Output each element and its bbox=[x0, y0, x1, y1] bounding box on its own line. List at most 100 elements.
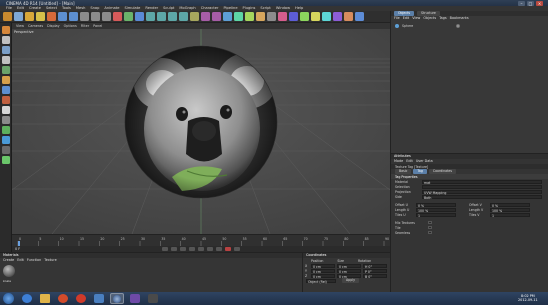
mode-tool-icon[interactable] bbox=[2, 66, 10, 74]
app-icon[interactable] bbox=[94, 294, 104, 303]
mode-tool-icon[interactable] bbox=[2, 126, 10, 134]
prev-key-button[interactable] bbox=[171, 247, 177, 251]
record-button[interactable] bbox=[225, 247, 231, 251]
toolbar-tool-icon[interactable] bbox=[256, 12, 265, 21]
coord-position-field[interactable]: 0 cm bbox=[311, 268, 335, 274]
toolbar-tool-icon[interactable] bbox=[278, 12, 287, 21]
start-button[interactable] bbox=[3, 293, 14, 304]
system-clock[interactable]: 8:02 PM 2012-09-11 bbox=[518, 294, 538, 303]
close-button[interactable]: × bbox=[536, 0, 543, 6]
toolbar-tool-icon[interactable] bbox=[234, 12, 243, 21]
mode-tool-icon[interactable] bbox=[2, 86, 10, 94]
ie-icon[interactable] bbox=[22, 294, 32, 303]
toolbar-tool-icon[interactable] bbox=[212, 12, 221, 21]
next-key-button[interactable] bbox=[207, 247, 213, 251]
toolbar-tool-icon[interactable] bbox=[47, 12, 56, 21]
toolbar-tool-icon[interactable] bbox=[168, 12, 177, 21]
materials-menu-create[interactable]: Create bbox=[3, 258, 14, 263]
media-player-icon[interactable] bbox=[58, 294, 68, 303]
toolbar-tool-icon[interactable] bbox=[157, 12, 166, 21]
toolbar-tool-icon[interactable] bbox=[146, 12, 155, 21]
toolbar-tool-icon[interactable] bbox=[102, 12, 111, 21]
objects-menu-edit[interactable]: Edit bbox=[403, 16, 410, 21]
materials-menu-edit[interactable]: Edit bbox=[17, 258, 24, 263]
toolbar-tool-icon[interactable] bbox=[69, 12, 78, 21]
toolbar-tool-icon[interactable] bbox=[58, 12, 67, 21]
toolbar-tool-icon[interactable] bbox=[14, 12, 23, 21]
prev-frame-button[interactable] bbox=[180, 247, 186, 251]
tag-property-field[interactable]: mat bbox=[422, 179, 542, 185]
texture-tag-icon[interactable] bbox=[456, 23, 461, 28]
toolbar-tool-icon[interactable] bbox=[267, 12, 276, 21]
app2-icon[interactable] bbox=[148, 294, 158, 303]
objects-menu-objects[interactable]: Objects bbox=[423, 16, 436, 21]
auto-key-button[interactable] bbox=[234, 247, 240, 251]
toolbar-tool-icon[interactable] bbox=[300, 12, 309, 21]
toolbar-tool-icon[interactable] bbox=[36, 12, 45, 21]
tag-property-field[interactable]: UVW Mapping bbox=[422, 189, 542, 195]
attributes-tab-coordinates[interactable]: Coordinates bbox=[428, 169, 456, 174]
toolbar-tool-icon[interactable] bbox=[223, 12, 232, 21]
toolbar-tool-icon[interactable] bbox=[322, 12, 331, 21]
mode-tool-icon[interactable] bbox=[2, 116, 10, 124]
offset-field[interactable]: 0 % bbox=[416, 202, 456, 208]
mode-tool-icon[interactable] bbox=[2, 36, 10, 44]
material-name[interactable]: koala bbox=[3, 279, 11, 283]
materials-menu-function[interactable]: Function bbox=[27, 258, 41, 263]
objects-menu-view[interactable]: View bbox=[412, 16, 420, 21]
attributes-menu-user-data[interactable]: User Data bbox=[416, 159, 433, 164]
mode-tool-icon[interactable] bbox=[2, 96, 10, 104]
chrome-icon[interactable] bbox=[76, 294, 86, 303]
materials-menu-texture[interactable]: Texture bbox=[44, 258, 56, 263]
toolbar-tool-icon[interactable] bbox=[3, 12, 12, 21]
toolbar-tool-icon[interactable] bbox=[333, 12, 342, 21]
objects-menu-tags[interactable]: Tags bbox=[439, 16, 447, 21]
attributes-menu-edit[interactable]: Edit bbox=[406, 159, 413, 164]
toolbar-tool-icon[interactable] bbox=[190, 12, 199, 21]
tag-property-field[interactable]: Both bbox=[422, 194, 542, 200]
mode-tool-icon[interactable] bbox=[2, 136, 10, 144]
toolbar-tool-icon[interactable] bbox=[344, 12, 353, 21]
object-list-item[interactable]: Sphere bbox=[395, 23, 548, 28]
coord-size-field[interactable]: 0 cm bbox=[337, 273, 361, 279]
material-thumbnail[interactable] bbox=[3, 265, 15, 277]
toolbar-tool-icon[interactable] bbox=[311, 12, 320, 21]
checkbox[interactable] bbox=[428, 230, 432, 235]
photoshop-icon[interactable] bbox=[130, 294, 140, 303]
toolbar-tool-icon[interactable] bbox=[25, 12, 34, 21]
toolbar-tool-icon[interactable] bbox=[355, 12, 364, 21]
toolbar-tool-icon[interactable] bbox=[80, 12, 89, 21]
attributes-tab-tag[interactable]: Tag bbox=[413, 169, 427, 174]
coordinate-mode-select[interactable]: Object (Rel) bbox=[306, 278, 336, 284]
mode-tool-icon[interactable] bbox=[2, 146, 10, 154]
toolbar-tool-icon[interactable] bbox=[289, 12, 298, 21]
coord-rotation-field[interactable]: H 0° bbox=[363, 263, 387, 269]
toolbar-tool-icon[interactable] bbox=[124, 12, 133, 21]
toolbar-tool-icon[interactable] bbox=[91, 12, 100, 21]
mode-tool-icon[interactable] bbox=[2, 106, 10, 114]
coord-size-field[interactable]: 0 cm bbox=[337, 268, 361, 274]
toolbar-tool-icon[interactable] bbox=[113, 12, 122, 21]
objects-menu-file[interactable]: File bbox=[394, 16, 400, 21]
offset-field[interactable]: 0 % bbox=[490, 202, 530, 208]
coord-rotation-field[interactable]: P 0° bbox=[363, 268, 387, 274]
mode-tool-icon[interactable] bbox=[2, 46, 10, 54]
toolbar-tool-icon[interactable] bbox=[245, 12, 254, 21]
offset-field[interactable]: 1 bbox=[416, 212, 456, 218]
coord-rotation-field[interactable]: B 0° bbox=[363, 273, 387, 279]
first-frame-button[interactable] bbox=[162, 247, 168, 251]
offset-field[interactable]: 1 bbox=[490, 212, 530, 218]
checkbox[interactable] bbox=[428, 225, 432, 230]
maximize-button[interactable]: □ bbox=[527, 0, 534, 6]
last-frame-button[interactable] bbox=[216, 247, 222, 251]
objects-menu-bookmarks[interactable]: Bookmarks bbox=[450, 16, 469, 21]
offset-field[interactable]: 100 % bbox=[416, 207, 456, 213]
mode-tool-icon[interactable] bbox=[2, 26, 10, 34]
mode-tool-icon[interactable] bbox=[2, 76, 10, 84]
mode-tool-icon[interactable] bbox=[2, 156, 10, 164]
toolbar-tool-icon[interactable] bbox=[201, 12, 210, 21]
toolbar-tool-icon[interactable] bbox=[135, 12, 144, 21]
perspective-viewport[interactable]: Perspective bbox=[12, 29, 390, 234]
folder-icon[interactable] bbox=[40, 294, 50, 303]
apply-button[interactable]: Apply bbox=[342, 278, 359, 283]
